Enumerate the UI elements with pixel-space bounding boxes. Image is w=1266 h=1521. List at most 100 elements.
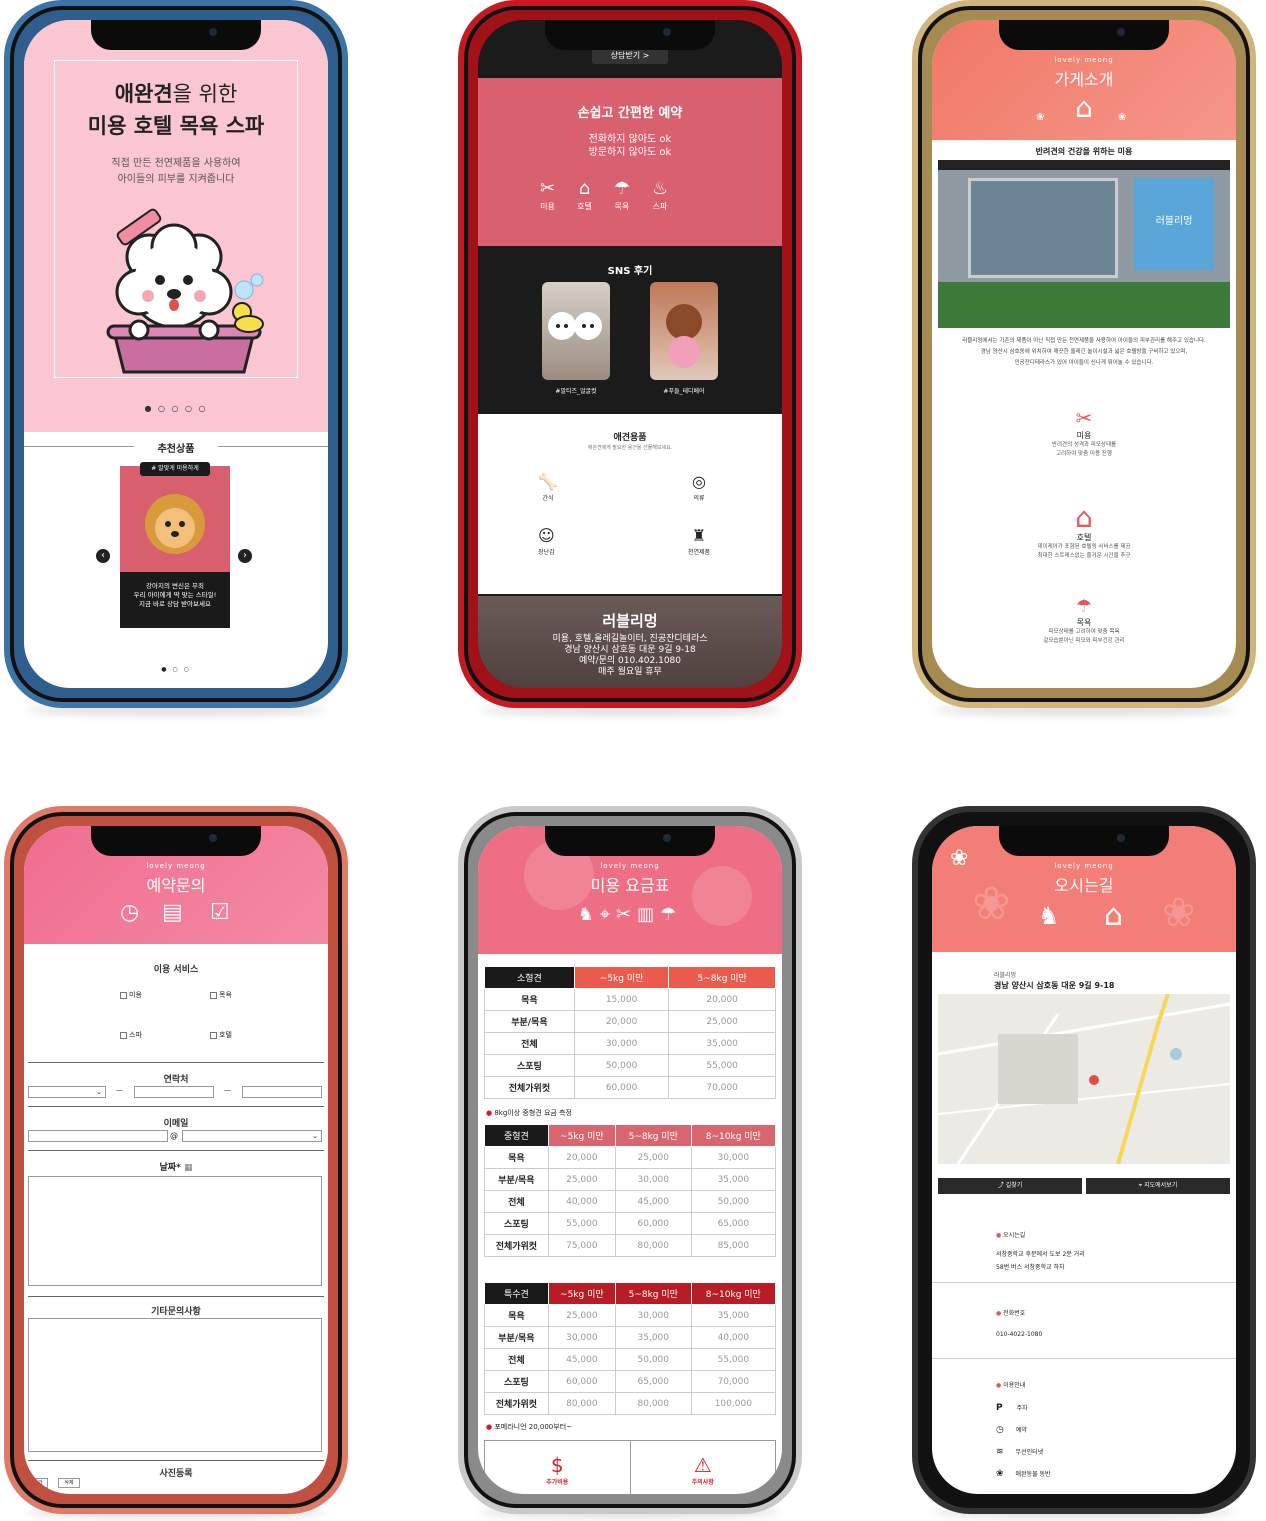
paw-bg-icon: ❀	[1162, 890, 1196, 936]
caution-box[interactable]: ⚠ 주의사항	[631, 1441, 776, 1494]
feature-name: 목욕	[1076, 618, 1092, 627]
way-block: ● 오시는길 서창중학교 후문에서 도보 2분 거리 58번 버스 서창중학교 …	[996, 1232, 1085, 1271]
price-screen: lovely meong 미용 요금표 ♞⌖✂▥☂ 소형견 ~5kg 미만 5~8k…	[478, 826, 782, 1494]
shop-line-3: 예약/문의 010.402.1080	[579, 656, 681, 666]
service-spa[interactable]: ♨ 스파	[652, 178, 668, 212]
note-1: ● 8kg이상 중형견 요금 측정	[486, 1109, 572, 1117]
map-view[interactable]	[938, 994, 1230, 1164]
opt-hotel[interactable]: 호텔	[210, 1030, 232, 1040]
table-row: 목욕 15,000 20,000	[484, 988, 776, 1011]
hero-pager[interactable]: ● ○ ○ ○ ○	[24, 404, 328, 413]
parking-icon: P	[996, 1403, 1003, 1413]
page-title: 미용 요금표	[590, 876, 670, 895]
extra-cost-box[interactable]: $ 추가비용	[485, 1441, 631, 1494]
date-textarea[interactable]	[28, 1176, 322, 1286]
paw-icon: ❀	[1036, 112, 1045, 123]
clock-icon: ◷	[996, 1425, 1004, 1435]
service-bath[interactable]: ☂ 목욕	[614, 178, 630, 212]
map-view-button[interactable]: ⌖ 지도에서보기	[1086, 1178, 1230, 1194]
dash: —	[224, 1086, 231, 1094]
table-row: 목욕 25,000 30,000 35,000	[484, 1304, 777, 1327]
tool-icons: ♞⌖✂▥☂	[478, 904, 782, 925]
wifi-icon: ≋	[996, 1447, 1004, 1457]
product-desc-3: 지금 바로 상담 받아보세요	[139, 600, 211, 608]
special-dog-table: 특수견 ~5kg 미만 5~8kg 미만 8~10kg 미만 목욕 25,000 30,0…	[484, 1282, 777, 1415]
headline-bold: 애완견	[114, 82, 173, 106]
info-block: ● 이용안내 P 주차 ◷ 예약 ≋ 무선인터넷 ❀ 애완동물 동반	[996, 1382, 1051, 1479]
dollar-icon: $	[550, 1453, 564, 1477]
phone-middle-input[interactable]	[134, 1086, 214, 1098]
feature-hotel: ⌂ 호텔 데이케어가 포함된 호텔링 서비스를 제공 최대한 스트레스없는 즐거…	[932, 504, 1236, 561]
phone-frame-price: lovely meong 미용 요금표 ♞⌖✂▥☂ 소형견 ~5kg 미만 5~8k…	[458, 806, 802, 1514]
sns-title: SNS 후기	[607, 266, 653, 277]
sns-photo-maltese[interactable]	[542, 282, 610, 380]
etc-textarea[interactable]	[28, 1318, 322, 1452]
goods-snack[interactable]: 🦴 간식	[538, 472, 558, 502]
feature-desc: 최대한 스트레스없는 즐거운 시간을 추구	[1037, 553, 1131, 559]
consult-button[interactable]: 상담받기 >	[592, 48, 668, 64]
feature-desc: 고려하여 맞춤 미용 진행	[1056, 451, 1112, 457]
tel-number[interactable]: 010-4022-1080	[996, 1331, 1042, 1338]
feature-desc: 겉모습뿐아닌 피모와 피부건강 관리	[1043, 638, 1125, 644]
eyebrow: lovely meong	[1054, 862, 1114, 870]
notch	[91, 20, 261, 50]
goods-natural[interactable]: ♜ 천연제품	[688, 526, 710, 556]
about-caption: 반려견의 건강을 위하는 미용	[1035, 147, 1133, 156]
store-photo: 러블리멍	[938, 160, 1230, 328]
service-grooming[interactable]: ✂ 미용	[540, 178, 555, 212]
phone-last-input[interactable]	[242, 1086, 322, 1098]
goods-toy[interactable]: ☺ 장난감	[538, 526, 555, 556]
eyebrow: lovely meong	[600, 862, 660, 870]
notch	[91, 826, 261, 856]
sns-tag-2: #푸들_테디베어	[663, 388, 705, 395]
phone-prefix-select[interactable]: ⌄	[28, 1086, 106, 1098]
at-sign: @	[170, 1131, 178, 1140]
table-row: 스포팅 50,000 55,000	[484, 1054, 776, 1077]
opt-grooming[interactable]: 미용	[120, 990, 142, 1000]
date-label: 날짜*	[159, 1163, 181, 1173]
map-address: 경남 양산시 삼호동 대운 9길 9-18	[994, 981, 1115, 990]
product-pager[interactable]: ● ○ ○	[24, 666, 328, 673]
shower-icon: ☂	[1075, 596, 1093, 617]
route-button[interactable]: ⤴ 길찾기	[938, 1178, 1082, 1194]
email-domain-select[interactable]: ⌄	[182, 1130, 322, 1142]
prev-arrow-icon[interactable]: ‹	[96, 549, 110, 563]
reserve-title: 손쉽고 간편한 예약	[577, 106, 683, 121]
table-row: 목욕 20,000 25,000 30,000	[484, 1146, 777, 1169]
goods-clothes[interactable]: ◎ 의류	[692, 472, 706, 502]
way-line-1: 서창중학교 후문에서 도보 2분 거리	[996, 1251, 1085, 1258]
feature-name: 미용	[1076, 431, 1092, 440]
table-row: 스포팅 55,000 60,000 65,000	[484, 1212, 777, 1235]
service-hotel[interactable]: ⌂ 호텔	[577, 178, 592, 212]
info-boxes: $ 추가비용 ⚠ 주의사항	[484, 1440, 776, 1494]
divider	[28, 1106, 324, 1107]
calendar-icon[interactable]: ▦	[184, 1163, 193, 1173]
warning-icon: ⚠	[693, 1453, 712, 1477]
phone-icon: ●	[996, 1310, 1002, 1317]
hero-banner: 애완견을 위한 미용 호텔 목욕 스파 직접 만든 천연제품을 사용하여 아이들…	[24, 20, 328, 432]
shop-info-section: 러블리멍 미용, 호텔,올레길놀이터, 진공잔디테라스 경남 양산시 삼호동 대…	[478, 596, 782, 688]
sns-photo-poodle[interactable]	[650, 282, 718, 380]
notch	[999, 20, 1169, 50]
phone-frame-reserve: 상담받기 > 손쉽고 간편한 예약 전화하지 않아도 ok 방문하지 않아도 o…	[458, 0, 802, 708]
small-dog-table-wrap: 소형견 ~5kg 미만 5~8kg 미만 목욕 15,000 20,000 부분/목욕 2…	[484, 966, 776, 1099]
notch	[545, 826, 715, 856]
location-icon: ⌖	[1138, 1182, 1143, 1189]
dog-icon: ♞	[577, 904, 600, 925]
add-photo-button[interactable]: 추가	[28, 1478, 48, 1488]
headline-rest: 을 위한	[172, 82, 238, 106]
delete-photo-button[interactable]: 삭제	[58, 1478, 80, 1488]
opt-spa[interactable]: 스파	[120, 1030, 142, 1040]
home-screen: 애완견을 위한 미용 호텔 목욕 스파 직접 만든 천연제품을 사용하여 아이들…	[24, 20, 328, 688]
page-title: 예약문의	[146, 876, 206, 895]
product-card[interactable]: # 말맞게 미용하게 강아지의 변신은 무죄 우리 아이에게 딱 맞는 스타일!…	[120, 462, 230, 628]
pomeranian-illustration	[145, 494, 205, 554]
toy-icon: ☺	[538, 526, 555, 545]
reserve-screen: 상담받기 > 손쉽고 간편한 예약 전화하지 않아도 ok 방문하지 않아도 o…	[478, 20, 782, 688]
pin-icon: ●	[996, 1232, 1002, 1239]
next-arrow-icon[interactable]: ›	[238, 549, 252, 563]
service-label: 이용 서비스	[153, 965, 199, 975]
bath-dog-illustration	[106, 208, 264, 374]
email-id-input[interactable]	[28, 1130, 168, 1142]
opt-bath[interactable]: 목욕	[210, 990, 232, 1000]
